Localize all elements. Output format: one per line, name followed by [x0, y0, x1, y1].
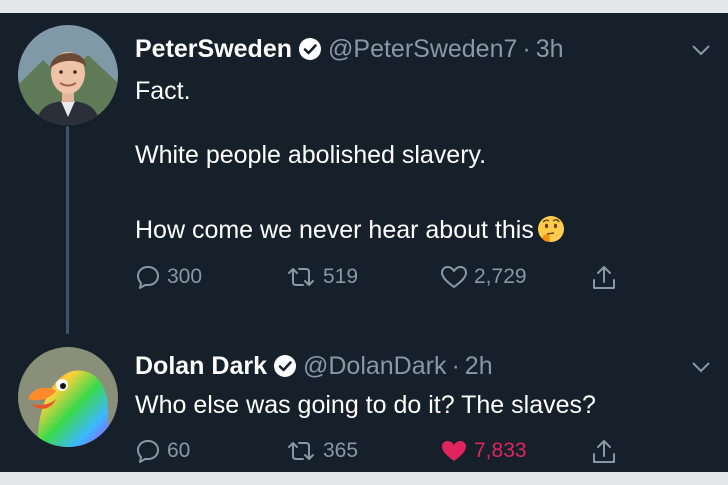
avatar-image: [18, 347, 118, 447]
retweet-count: 519: [323, 265, 359, 288]
share-icon: [593, 266, 615, 289]
share-button[interactable]: [590, 264, 618, 292]
handle[interactable]: @PeterSweden7: [328, 35, 517, 63]
reply-icon: [137, 266, 159, 289]
like-icon: [441, 266, 467, 288]
tweet-text-line-2: White people abolished slavery.: [135, 141, 487, 169]
retweet-count: 365: [323, 439, 359, 462]
tweet-actions: 300 519 2,729: [135, 264, 655, 294]
tweet-actions: 60 365 7,833: [135, 438, 655, 468]
tweet-text-line-3: How come we never hear about this: [135, 214, 566, 251]
tweet-header: Dolan Dark @DolanDark · 2h: [135, 351, 493, 385]
tweet-1[interactable]: PeterSweden @PeterSweden7 · 3h Fact. White …: [0, 13, 728, 334]
reply-count: 300: [167, 265, 203, 288]
reply-icon: [137, 440, 159, 463]
like-icon: [442, 441, 466, 461]
tweet-text-line-3-text: How come we never hear about this: [135, 216, 534, 244]
timestamp[interactable]: 3h: [536, 35, 564, 63]
display-name[interactable]: Dolan Dark: [135, 352, 267, 380]
share-button[interactable]: [590, 438, 618, 466]
reply-button[interactable]: 300: [135, 264, 202, 290]
display-name[interactable]: PeterSweden: [135, 35, 292, 63]
separator: ·: [522, 35, 531, 63]
avatar-image: [18, 25, 118, 125]
avatar-petersweden[interactable]: [18, 25, 118, 125]
separator: ·: [451, 352, 460, 380]
like-button[interactable]: 7,833: [440, 438, 527, 464]
like-count: 2,729: [474, 265, 527, 288]
reply-button[interactable]: 60: [135, 438, 190, 464]
verified-badge-icon: [298, 37, 322, 68]
share-icon: [593, 440, 615, 463]
like-button[interactable]: 2,729: [440, 264, 527, 290]
tweet-text-line-1: Fact.: [135, 77, 191, 105]
retweet-button[interactable]: 519: [285, 264, 358, 290]
chevron-down-icon[interactable]: [690, 360, 712, 374]
retweet-icon: [288, 268, 314, 286]
retweet-icon: [288, 442, 314, 460]
tweet-2[interactable]: Dolan Dark @DolanDark · 2h Who else was goi…: [0, 333, 728, 472]
avatar-dolandark[interactable]: [18, 347, 118, 447]
retweet-button[interactable]: 365: [285, 438, 358, 464]
reply-count: 60: [167, 439, 191, 462]
thread-connector: [66, 126, 69, 334]
like-count: 7,833: [474, 439, 527, 462]
chevron-down-icon[interactable]: [690, 43, 712, 57]
thinking-face-emoji: [536, 214, 566, 251]
tweet-text-line-1: Who else was going to do it? The slaves?: [135, 391, 596, 419]
timestamp[interactable]: 2h: [465, 352, 493, 380]
tweet-thread: PeterSweden @PeterSweden7 · 3h Fact. White …: [0, 13, 728, 472]
verified-badge-icon: [273, 354, 297, 385]
handle[interactable]: @DolanDark: [303, 352, 446, 380]
tweet-header: PeterSweden @PeterSweden7 · 3h: [135, 34, 564, 68]
